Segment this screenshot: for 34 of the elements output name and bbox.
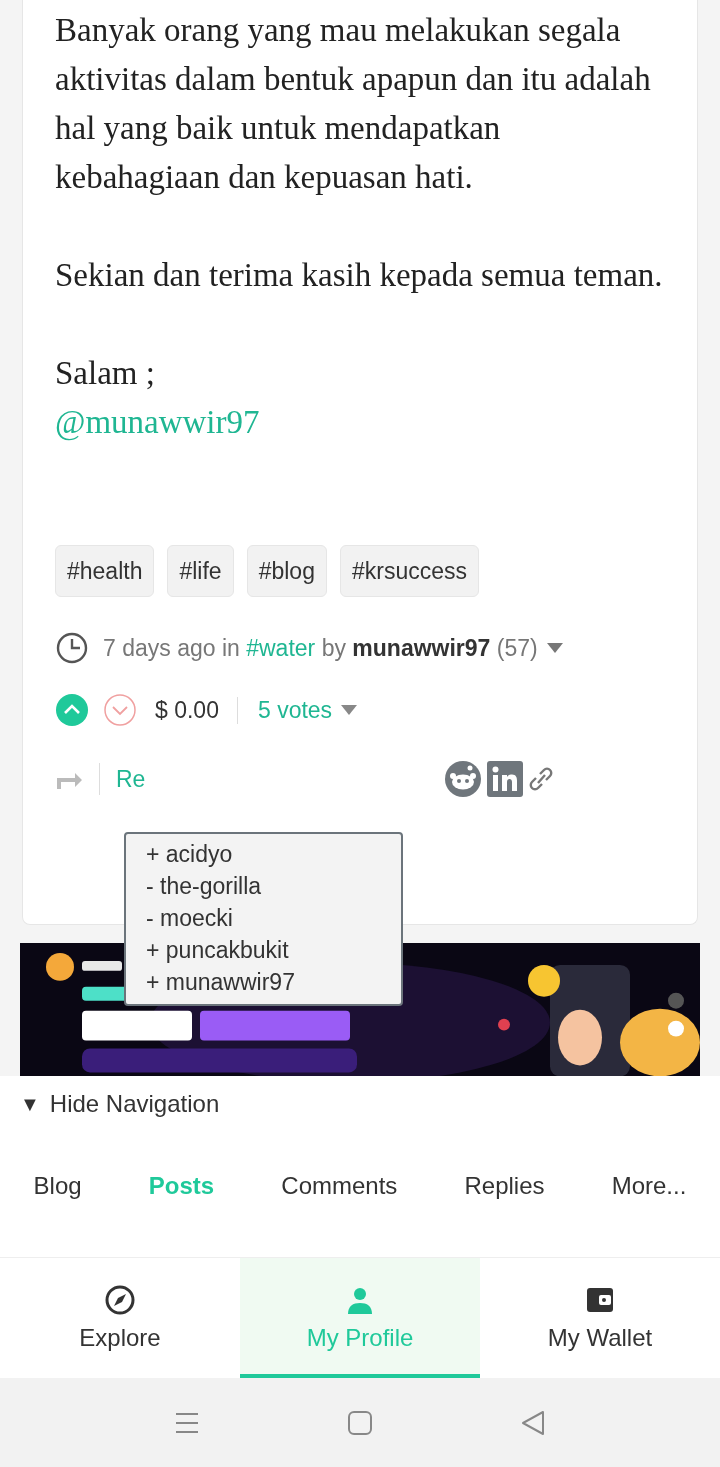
post-time: 7 days ago — [103, 634, 217, 662]
author-link[interactable]: munawwir97 — [352, 634, 491, 662]
paragraph: Sekian dan terima kasih kepada semua teman. — [55, 256, 664, 295]
voter-item: - the-gorilla — [146, 872, 263, 901]
by-text: by — [320, 634, 347, 662]
reddit-icon[interactable] — [445, 761, 482, 797]
tag-link[interactable]: #health — [55, 545, 155, 597]
voter-item: + puncakbukit — [146, 936, 290, 965]
compass-icon — [104, 1283, 136, 1316]
upvote-icon[interactable] — [55, 693, 89, 727]
caret-icon[interactable] — [340, 704, 359, 716]
home-icon[interactable] — [346, 1408, 374, 1437]
nav-tab[interactable]: Blog — [29, 1168, 86, 1204]
downvote-icon[interactable] — [103, 693, 137, 727]
voter-item: - moecki — [146, 904, 234, 933]
nav-tab[interactable]: Comments — [277, 1168, 402, 1204]
nav-tab[interactable]: Replies — [460, 1168, 549, 1204]
tag-link[interactable]: #life — [167, 545, 234, 597]
voter-item: + munawwir97 — [146, 968, 296, 997]
tag-link[interactable]: #blog — [246, 545, 327, 597]
hide-navigation-link[interactable]: Hide Navigation — [49, 1090, 220, 1118]
voter-item: + acidyo — [146, 840, 234, 869]
back-icon[interactable] — [519, 1408, 547, 1437]
in-text: in — [221, 634, 241, 662]
tag-link[interactable]: #krsuccess — [339, 545, 479, 597]
greeting-text: Salam ; — [55, 354, 156, 393]
linkedin-icon[interactable] — [487, 761, 524, 797]
payout-amount: $ 0.00 — [155, 696, 238, 724]
caret-icon[interactable] — [545, 642, 564, 654]
paragraph: Banyak orang yang mau melakukan segala aktivitas dalam bentuk apapun dan itu adalah hal yang baik untuk mendapatkan kebahagiaan dan kepuasan hati. — [55, 11, 652, 197]
clock-icon — [55, 631, 89, 665]
triangle-icon[interactable]: ▼ — [20, 1092, 40, 1116]
reputation: (57) — [495, 634, 538, 662]
nav-tab[interactable]: More... — [607, 1168, 691, 1204]
